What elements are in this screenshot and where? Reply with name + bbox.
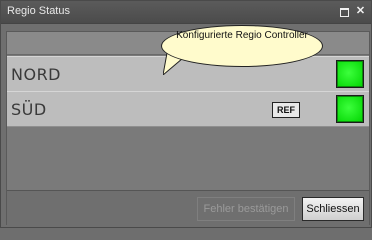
close-icon[interactable]: ✕	[355, 6, 366, 17]
list-item[interactable]: SÜD REF	[7, 91, 369, 127]
status-indicator-green	[336, 60, 364, 88]
dialog-footer: Fehler bestätigen Schliessen	[7, 190, 369, 225]
tooltip-text: Konfigurierte Regio Controller	[176, 30, 308, 41]
regio-status-window: Regio Status ✕ NORD SÜD REF Fehler bestä…	[0, 0, 372, 228]
ref-badge: REF	[272, 102, 300, 118]
acknowledge-errors-button[interactable]: Fehler bestätigen	[197, 197, 295, 221]
controller-name: NORD	[11, 65, 61, 84]
controller-name: SÜD	[11, 100, 47, 119]
tooltip-bubble: Konfigurierte Regio Controller	[161, 25, 323, 67]
close-button[interactable]: Schliessen	[302, 197, 364, 221]
window-title: Regio Status	[7, 5, 70, 17]
titlebar[interactable]: Regio Status ✕	[1, 1, 371, 24]
maximize-icon[interactable]	[339, 6, 350, 17]
status-indicator-green	[336, 95, 364, 123]
